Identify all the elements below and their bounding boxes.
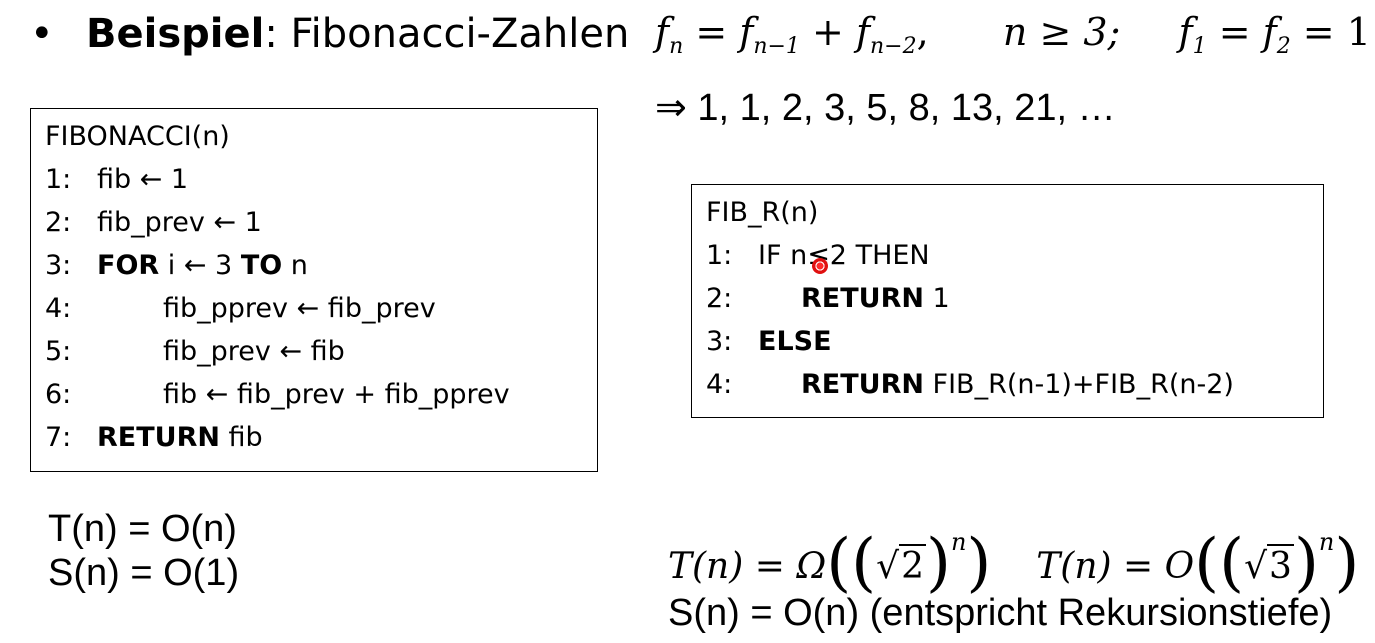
heading-rest: : Fibonacci-Zahlen (264, 11, 630, 57)
code-line: 2: RETURN 1 (706, 283, 950, 314)
code-line: 4: fib_pprev ← fib_prev (45, 293, 436, 324)
code-line: 4: RETURN FIB_R(n-1)+FIB_R(n-2) (706, 369, 1234, 400)
heading-bold: Beispiel (86, 11, 265, 57)
code-line: 6: fib ← fib_prev + fib_pprev (45, 379, 510, 410)
time-complexity-iterative: T(n) = O(n) (48, 508, 237, 550)
laser-pointer-icon (812, 258, 828, 274)
space-complexity-recursive: S(n) = O(n) (entspricht Rekursionstiefe) (668, 592, 1333, 634)
recurrence-formula: fn = fn−1 + fn−2, n ≥ 3; f1 = f2 = 1 (655, 10, 1371, 59)
code-line: FIBONACCI(n) (45, 121, 230, 152)
code-line: FIB_R(n) (706, 197, 819, 228)
fibonacci-sequence: ⇒ 1, 1, 2, 3, 5, 8, 13, 21, … (655, 87, 1116, 129)
slide-heading: Beispiel: Fibonacci-Zahlen (86, 8, 629, 60)
recursive-code-box: FIB_R(n) 1: IF n≤2 THEN 2: RETURN 1 3: ELSE… (691, 184, 1324, 418)
code-line: 7: RETURN fib (45, 422, 263, 453)
code-line: 3: ELSE (706, 326, 832, 357)
code-line: 5: fib_prev ← fib (45, 336, 345, 367)
space-complexity-iterative: S(n) = O(1) (48, 552, 240, 594)
bullet-icon: • (30, 11, 54, 57)
code-line: 3: FOR i ← 3 TO n (45, 250, 308, 281)
recurrence-condition: n ≥ 3; (1002, 10, 1121, 54)
iterative-code-box: FIBONACCI(n) 1: fib ← 1 2: fib_prev ← 1 3:… (30, 108, 598, 472)
code-line: 1: fib ← 1 (45, 164, 189, 195)
code-line: 2: fib_prev ← 1 (45, 207, 262, 238)
